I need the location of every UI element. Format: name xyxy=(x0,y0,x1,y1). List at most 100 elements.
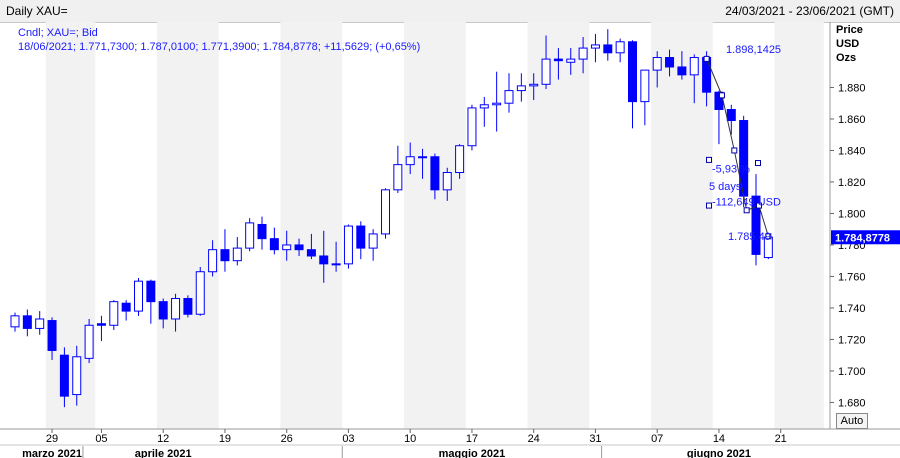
candlestick-chart[interactable]: 1.898,1425 -5,93 % 5 days -112,649 USD 1.785… xyxy=(0,22,900,458)
candle-body xyxy=(479,104,489,109)
candle-body xyxy=(183,298,193,315)
chart-title-bar: Daily XAU= 24/03/2021 - 23/06/2021 (GMT) xyxy=(0,0,900,23)
candle-body xyxy=(356,225,366,249)
week-band xyxy=(527,22,590,429)
x-tick-label: 26 xyxy=(281,433,293,445)
candle-body xyxy=(306,249,316,257)
y-tick-label: 1.800 xyxy=(838,208,866,220)
y-tick-label: 1.840 xyxy=(838,145,866,157)
candle-body xyxy=(158,301,168,320)
y-tick-label: 1.720 xyxy=(838,334,866,346)
candle-body xyxy=(84,324,94,359)
candle-body xyxy=(208,249,218,273)
current-price-label: 1.784,8778 xyxy=(835,232,890,244)
candle-body xyxy=(22,315,32,329)
pct-change-label: -5,93 % xyxy=(712,164,750,176)
week-band xyxy=(774,22,824,429)
candle-body xyxy=(269,238,279,251)
price-axis-header-price: Price xyxy=(836,24,863,36)
candle-body xyxy=(504,90,514,104)
x-tick-label: 19 xyxy=(219,433,231,445)
candle-body xyxy=(566,58,576,63)
price-axis-header-unit: Ozs xyxy=(836,52,857,64)
week-band xyxy=(157,22,219,429)
candle-body xyxy=(72,356,82,396)
days-label: 5 days xyxy=(709,181,742,193)
candle-body xyxy=(121,302,131,312)
x-tick-label: 31 xyxy=(589,433,601,445)
candle-body xyxy=(640,69,650,103)
low-label: 1.785,49 xyxy=(728,231,771,243)
candle-body xyxy=(677,66,687,76)
candle-body xyxy=(368,233,378,249)
x-tick-label: 03 xyxy=(342,433,354,445)
y-tick-label: 1.880 xyxy=(838,82,866,94)
x-tick-label: 12 xyxy=(157,433,169,445)
week-band xyxy=(404,22,466,429)
candle-body xyxy=(615,41,625,54)
candle-body xyxy=(59,354,69,397)
x-tick-label: 24 xyxy=(528,433,540,445)
month-label: giugno 2021 xyxy=(687,448,751,458)
candle-body xyxy=(393,164,403,191)
candle-body xyxy=(430,156,440,191)
candle-body xyxy=(689,57,699,76)
candle-body xyxy=(195,271,205,315)
candle-body xyxy=(652,57,662,71)
candle-body xyxy=(343,225,353,265)
y-tick-label: 1.740 xyxy=(838,303,866,315)
legend-ohlc: 18/06/2021; 1.771,7300; 1.787,0100; 1.77… xyxy=(18,41,421,53)
date-range: 24/03/2021 - 23/06/2021 (GMT) xyxy=(725,4,894,18)
candle-body xyxy=(257,223,267,240)
candle-body xyxy=(232,247,242,262)
chart-title: Daily XAU= xyxy=(6,4,68,18)
candle-body xyxy=(381,189,390,235)
measure-handle xyxy=(706,156,712,163)
candle-body xyxy=(516,85,526,92)
candle-body xyxy=(10,315,20,328)
y-tick-label: 1.700 xyxy=(838,366,866,378)
candle-body xyxy=(319,255,329,265)
candle-body xyxy=(47,320,57,351)
candle-body xyxy=(96,323,106,326)
month-label: aprile 2021 xyxy=(135,448,192,458)
candle-body xyxy=(35,318,45,329)
week-band xyxy=(280,22,343,429)
x-tick-label: 21 xyxy=(775,433,787,445)
candle-body xyxy=(220,249,230,262)
candle-body xyxy=(331,263,341,266)
y-tick-label: 1.820 xyxy=(838,177,866,189)
x-tick-label: 17 xyxy=(466,433,478,445)
candle-body xyxy=(553,58,563,62)
y-tick-label: 1.680 xyxy=(838,397,866,409)
candle-body xyxy=(603,44,613,54)
candle-body xyxy=(405,156,415,166)
x-tick-label: 14 xyxy=(713,433,725,445)
candle-body xyxy=(171,298,181,320)
candle-body xyxy=(282,244,292,251)
candle-body xyxy=(418,156,428,159)
candle-body xyxy=(245,222,255,249)
month-label: maggio 2021 xyxy=(439,448,506,458)
candle-body xyxy=(665,57,675,68)
measure-handle xyxy=(706,202,712,209)
measure-handle xyxy=(731,147,738,154)
peak-label: 1.898,1425 xyxy=(726,44,781,56)
x-tick-label: 10 xyxy=(404,433,416,445)
legend-instrument: Cndl; XAU=; Bid xyxy=(18,27,98,39)
y-tick-label: 1.860 xyxy=(838,114,866,126)
candle-body xyxy=(578,47,588,60)
candle-body xyxy=(541,58,551,85)
candle-body xyxy=(455,145,465,173)
measure-handle xyxy=(718,92,725,99)
measure-handle xyxy=(755,160,761,167)
x-tick-label: 29 xyxy=(46,433,58,445)
candle-body xyxy=(628,41,637,103)
y-tick-label: 1.760 xyxy=(838,271,866,283)
candle-body xyxy=(442,172,452,191)
x-tick-label: 07 xyxy=(651,433,663,445)
candle-body xyxy=(134,280,143,312)
auto-scale-button[interactable]: Auto xyxy=(836,413,868,429)
candle-body xyxy=(590,44,600,49)
week-band xyxy=(45,22,96,429)
